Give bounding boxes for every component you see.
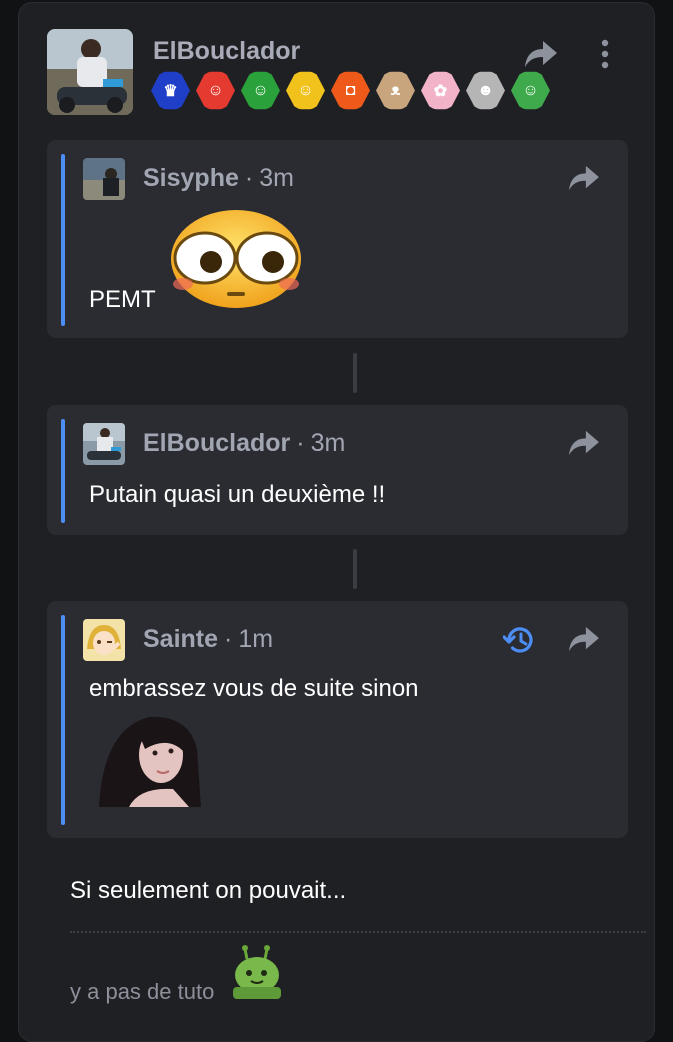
- quote-text: embrassez vous de suite sinon: [89, 675, 419, 702]
- separator-dot: ·: [224, 625, 233, 653]
- signature-divider: [70, 931, 646, 933]
- quote-time: 3m: [259, 164, 294, 192]
- quote-author-line: Sainte · 1m: [143, 625, 273, 654]
- quote-bar: [61, 615, 65, 825]
- user-avatar[interactable]: [47, 29, 133, 115]
- separator-dot: ·: [244, 164, 254, 192]
- quote-text: PEMT: [89, 286, 156, 313]
- share-icon[interactable]: [567, 429, 601, 457]
- cartoon-face-badge-icon[interactable]: ☺: [511, 71, 550, 110]
- crown-badge-icon[interactable]: ♛: [151, 71, 190, 110]
- quote-bar: [61, 154, 65, 326]
- thread-connector: [353, 549, 357, 589]
- share-icon[interactable]: [523, 39, 559, 69]
- quote-avatar[interactable]: [83, 619, 125, 661]
- quote-block: Sainte · 1m embrassez vous de suite sinon: [47, 601, 628, 838]
- face-badge-icon[interactable]: ☻: [466, 71, 505, 110]
- flushed-face-sticker: [169, 208, 303, 310]
- badge-row: ♛ ☺ ☺ ☺ ◘ ᴥ ✿ ☻ ☺: [151, 71, 550, 110]
- separator-dot: ·: [296, 429, 305, 457]
- quote-author-line: Sisyphe · 3m: [143, 164, 294, 193]
- smiley-badge-icon[interactable]: ☺: [286, 71, 325, 110]
- santa-smiley-badge-icon[interactable]: ☺: [241, 71, 280, 110]
- quote-avatar[interactable]: [83, 158, 125, 200]
- quote-avatar[interactable]: [83, 423, 125, 465]
- cat-badge-icon[interactable]: ᴥ: [376, 71, 415, 110]
- quote-author[interactable]: Sainte: [143, 625, 218, 653]
- orange-logo-badge-icon[interactable]: ◘: [331, 71, 370, 110]
- portrait-image: [89, 709, 207, 807]
- history-icon[interactable]: [502, 623, 537, 657]
- quote-block: ElBouclador · 3m Putain quasi un deuxième …: [47, 405, 628, 535]
- quote-block: Sisyphe · 3m PEMT: [47, 140, 628, 338]
- quote-bar: [61, 419, 65, 523]
- quote-author[interactable]: ElBouclador: [143, 429, 290, 457]
- share-icon[interactable]: [567, 164, 601, 192]
- anime-girl-badge-icon[interactable]: ✿: [421, 71, 460, 110]
- post-username[interactable]: ElBouclador: [153, 37, 300, 66]
- quote-time: 1m: [238, 625, 274, 653]
- more-options-icon[interactable]: [599, 37, 611, 71]
- post-text: Si seulement on pouvait...: [70, 877, 347, 904]
- green-alien-sticker: [231, 943, 283, 999]
- thread-connector: [353, 353, 357, 393]
- share-icon[interactable]: [567, 625, 601, 653]
- signature-text: y a pas de tuto: [70, 979, 215, 1004]
- quote-author[interactable]: Sisyphe: [143, 164, 239, 192]
- quote-text: Putain quasi un deuxième !!: [89, 481, 386, 508]
- clown-badge-icon[interactable]: ☺: [196, 71, 235, 110]
- post-card: ElBouclador ♛ ☺ ☺ ☺ ◘ ᴥ ✿ ☻ ☺ Sisyphe · 3m PEMT: [18, 2, 655, 1042]
- quote-author-line: ElBouclador · 3m: [143, 429, 345, 458]
- quote-time: 3m: [310, 429, 346, 457]
